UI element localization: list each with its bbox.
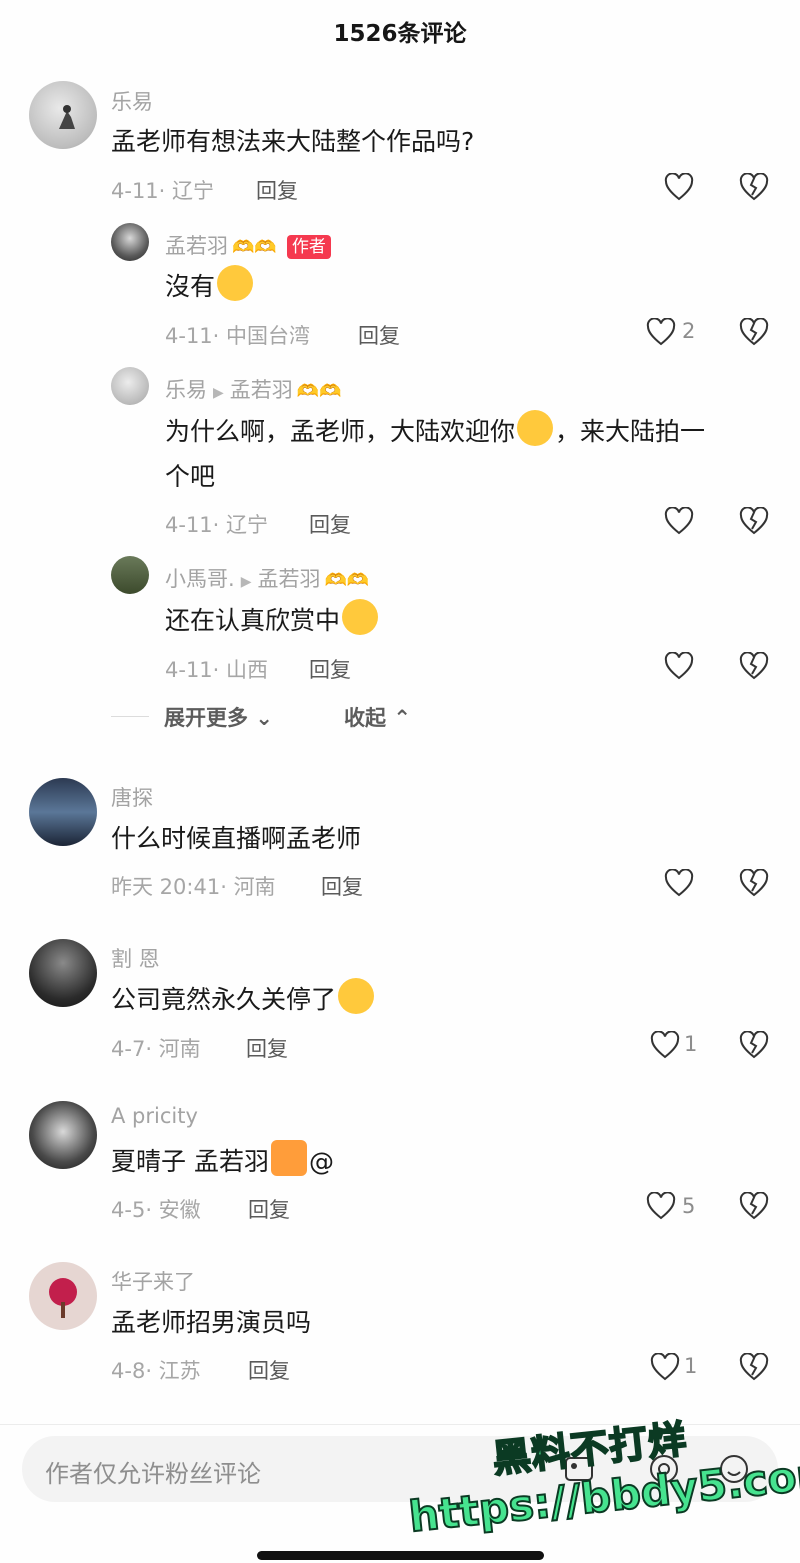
comment-text: 孟老师招男演员吗 — [111, 1308, 312, 1337]
heart-hands-emoji: 🫶🫶 — [296, 381, 342, 402]
comment-input-placeholder: 作者仅允许粉丝评论 — [45, 1460, 261, 1488]
like-count: 2 — [682, 319, 696, 343]
like-count: 1 — [684, 1032, 698, 1056]
reply-to-username[interactable]: 孟若羽 — [257, 567, 320, 591]
comment-meta: 4-7· 河南 — [111, 1037, 201, 1061]
thinking-face-emoji — [517, 410, 554, 446]
heart-hands-emoji: 🫶🫶 — [232, 237, 277, 258]
home-indicator[interactable] — [257, 1551, 544, 1560]
comment-meta: 4-11· 中国台湾 — [165, 324, 311, 348]
comment-meta: 4-11· 山西 — [165, 658, 269, 682]
thread-divider — [111, 716, 149, 717]
comment-username[interactable]: 唐探 — [111, 782, 153, 812]
comment-text: 公司竟然永久关停了 — [111, 985, 337, 1014]
reply-button[interactable]: 回复 — [309, 509, 351, 539]
chevron-down-icon: ⌄ — [255, 706, 273, 730]
comment-meta: 4-8· 江苏 — [111, 1359, 201, 1383]
like-count: 5 — [682, 1194, 696, 1218]
comment-text-row: 夏晴子 孟若羽 @ — [111, 1139, 334, 1184]
reply-button[interactable]: 回复 — [309, 654, 351, 684]
comment-username[interactable]: 乐易 — [111, 86, 153, 116]
comment-meta: 昨天 20:41· 河南 — [111, 875, 276, 899]
reply-to-username[interactable]: 孟若羽 — [230, 378, 293, 402]
comment-text-line2: 个吧 — [165, 462, 216, 491]
author-badge: 作者 — [286, 235, 331, 259]
comment-username-row: 小馬哥. ▶ 孟若羽 🫶🫶 — [165, 563, 369, 593]
avatar[interactable] — [29, 81, 97, 149]
reply-button[interactable]: 回复 — [256, 175, 298, 205]
avatar[interactable] — [111, 556, 149, 594]
dislike-broken-heart-icon[interactable] — [739, 1031, 769, 1059]
dislike-broken-heart-icon[interactable] — [739, 173, 769, 201]
comment-username[interactable]: A pricity — [111, 1104, 198, 1128]
avatar[interactable] — [29, 1101, 97, 1169]
reply-button[interactable]: 回复 — [248, 1355, 290, 1385]
dislike-broken-heart-icon[interactable] — [739, 507, 769, 535]
like-heart-icon[interactable] — [664, 869, 694, 897]
dislike-broken-heart-icon[interactable] — [739, 869, 769, 897]
avatar[interactable] — [29, 778, 97, 846]
like-heart-icon[interactable] — [664, 507, 694, 535]
comment-username-row: 孟若羽 🫶🫶 作者 — [165, 230, 331, 260]
comment-text-row: 还在认真欣赏中 — [165, 598, 380, 643]
dislike-broken-heart-icon[interactable] — [739, 652, 769, 680]
collapse-button[interactable]: 收起 ⌃ — [344, 702, 411, 732]
reply-arrow-icon: ▶ — [213, 385, 224, 401]
avatar[interactable] — [111, 223, 149, 261]
dislike-broken-heart-icon[interactable] — [739, 318, 769, 346]
comment-text-row: 沒有 — [165, 264, 255, 309]
dislike-broken-heart-icon[interactable] — [739, 1353, 769, 1381]
comment-username[interactable]: 孟若羽 — [165, 234, 228, 258]
reply-button[interactable]: 回复 — [358, 320, 400, 350]
comment-username[interactable]: 华子来了 — [111, 1266, 195, 1296]
red-envelope-emoji — [270, 1140, 307, 1176]
avatar[interactable] — [29, 1262, 97, 1330]
like-heart-icon[interactable] — [650, 1353, 680, 1381]
crying-face-emoji — [338, 978, 375, 1014]
comment-text: 还在认真欣赏中 — [165, 606, 341, 635]
comment-meta: 4-5· 安徽 — [111, 1198, 201, 1222]
avatar[interactable] — [29, 939, 97, 1007]
like-heart-icon[interactable] — [650, 1031, 680, 1059]
like-heart-icon[interactable] — [664, 173, 694, 201]
heart-hands-emoji: 🫶🫶 — [324, 570, 370, 591]
comment-text: 孟老师有想法来大陆整个作品吗? — [111, 127, 475, 156]
reply-button[interactable]: 回复 — [321, 871, 363, 901]
comment-meta: 4-11· 辽宁 — [165, 513, 269, 537]
reply-arrow-icon: ▶ — [240, 574, 252, 590]
reply-button[interactable]: 回复 — [246, 1033, 288, 1063]
comment-username[interactable]: 小馬哥. — [165, 567, 235, 591]
comment-username-row: 乐易 ▶ 孟若羽 🫶🫶 — [165, 374, 342, 404]
comment-text: 夏晴子 孟若羽 — [111, 1147, 269, 1176]
comment-text-row: 公司竟然永久关停了 — [111, 977, 376, 1022]
comment-meta: 4-11· 辽宁 — [111, 179, 215, 203]
comment-text: 沒有 — [165, 272, 216, 301]
dislike-broken-heart-icon[interactable] — [739, 1192, 769, 1220]
like-count: 1 — [684, 1354, 698, 1378]
like-heart-icon[interactable] — [646, 318, 676, 346]
comment-username[interactable]: 割 恩 — [111, 943, 160, 973]
kiss-face-emoji — [217, 265, 254, 301]
like-heart-icon[interactable] — [664, 652, 694, 680]
comment-text: 什么时候直播啊孟老师 — [111, 824, 362, 853]
like-heart-icon[interactable] — [646, 1192, 676, 1220]
comment-text-tail: @ — [308, 1147, 334, 1176]
chevron-up-icon: ⌃ — [393, 706, 411, 730]
expand-more-button[interactable]: 展开更多 ⌄ — [164, 702, 273, 732]
avatar[interactable] — [111, 367, 149, 405]
comment-text-row: 为什么啊，孟老师，大陆欢迎你 ，来大陆拍一 — [165, 409, 705, 454]
comments-count-title: 1526条评论 — [333, 21, 467, 47]
smiling-face-emoji — [342, 599, 379, 635]
reply-button[interactable]: 回复 — [248, 1194, 290, 1224]
comment-text-tail: ，来大陆拍一 — [555, 417, 706, 446]
comment-text: 为什么啊，孟老师，大陆欢迎你 — [165, 417, 516, 446]
comment-username[interactable]: 乐易 — [165, 378, 207, 402]
